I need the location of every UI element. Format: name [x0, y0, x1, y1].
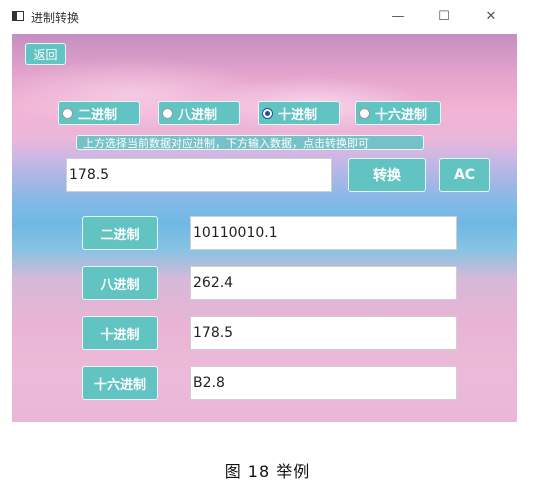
radio-circle-icon — [62, 107, 73, 119]
octal-output-field[interactable]: 262.4 — [190, 266, 457, 300]
radio-label: 十进制 — [278, 107, 318, 123]
radio-label: 十六进制 — [375, 107, 428, 123]
clear-button[interactable]: AC — [439, 158, 490, 192]
title-bar: 进制转换 — ☐ ✕ — [0, 0, 535, 34]
hex-label-button[interactable]: 十六进制 — [82, 366, 158, 400]
main-panel: 返回 二进制 八进制 十进制 十六进制 上方选择当前数据对应进制，下方输入数据，… — [12, 34, 517, 422]
convert-button[interactable]: 转换 — [348, 158, 426, 192]
figure-caption: 图 18 举例 — [224, 462, 311, 481]
radio-checked-icon — [262, 107, 273, 119]
back-button[interactable]: 返回 — [25, 43, 66, 65]
number-input[interactable]: 178.5 — [66, 158, 332, 192]
app-window: 进制转换 — ☐ ✕ 返回 二进制 八进制 十进制 十六进制 上方选择当前数据对… — [0, 0, 535, 424]
maximize-button[interactable]: ☐ — [434, 8, 454, 26]
octal-label-button[interactable]: 八进制 — [82, 266, 158, 300]
window-title: 进制转换 — [31, 11, 80, 25]
radio-label: 二进制 — [78, 107, 118, 123]
instruction-hint: 上方选择当前数据对应进制，下方输入数据，点击转换即可 — [76, 135, 424, 150]
hex-output-field[interactable]: B2.8 — [190, 366, 457, 400]
decimal-output-field[interactable]: 178.5 — [190, 316, 457, 350]
radio-octal[interactable]: 八进制 — [158, 101, 240, 125]
decimal-label-button[interactable]: 十进制 — [82, 316, 158, 350]
radio-hex[interactable]: 十六进制 — [355, 101, 441, 125]
close-button[interactable]: ✕ — [481, 8, 501, 26]
binary-output-field[interactable]: 10110010.1 — [190, 216, 457, 250]
radio-label: 八进制 — [178, 107, 218, 123]
radio-decimal[interactable]: 十进制 — [258, 101, 340, 125]
minimize-button[interactable]: — — [388, 8, 408, 26]
radio-binary[interactable]: 二进制 — [58, 101, 140, 125]
radio-circle-icon — [162, 107, 173, 119]
app-icon — [12, 11, 24, 21]
radio-circle-icon — [359, 107, 370, 119]
binary-label-button[interactable]: 二进制 — [82, 216, 158, 250]
